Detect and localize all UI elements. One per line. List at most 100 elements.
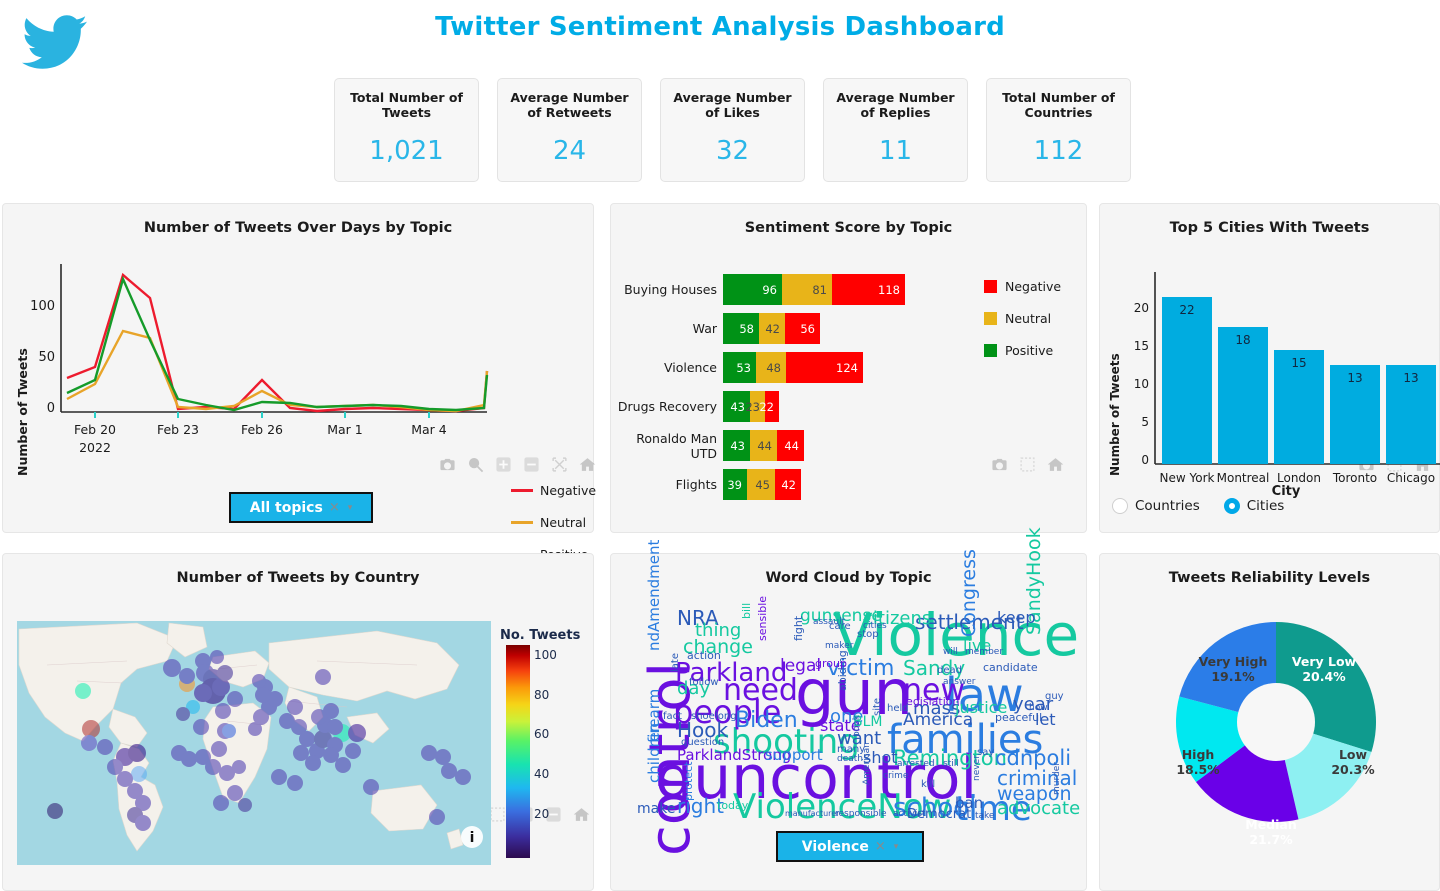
segment-negative[interactable]: 22	[759, 391, 779, 422]
clear-selection-icon[interactable]: ×	[329, 500, 340, 515]
radio-label: Countries	[1135, 498, 1200, 514]
kpi-label: Total Number of Countries	[1002, 90, 1115, 120]
word-cloud-term: dead	[937, 665, 962, 676]
legend-label: Neutral	[1005, 310, 1052, 326]
radio-countries[interactable]: Countries	[1112, 498, 1200, 514]
colorbar-tick-60: 60	[534, 727, 550, 741]
word-cloud-term: bill	[740, 602, 753, 619]
map-colorbar	[506, 645, 530, 858]
word-cloud-term: still	[943, 759, 959, 769]
legend-swatch	[511, 520, 533, 524]
legend-item-positive[interactable]: Positive	[984, 342, 1061, 358]
segment-neutral[interactable]: 42	[759, 313, 785, 344]
word-cloud-term: candidate	[983, 661, 1038, 674]
svg-text:i: i	[470, 830, 475, 846]
sentiment-row-drugs-recovery: Drugs Recovery 43 23 22	[611, 387, 1088, 426]
word-cloud-term: answer	[943, 677, 976, 687]
word-cloud-term: fact	[663, 711, 683, 722]
radio-cities[interactable]: Cities	[1223, 498, 1285, 514]
svg-text:18: 18	[1235, 333, 1250, 347]
svg-text:100: 100	[30, 299, 55, 314]
word-cloud-term: take	[975, 811, 995, 821]
segment-negative[interactable]: 56	[785, 313, 820, 344]
cities-bar-plot: 20 15 10 5 0 22 18 15 13 13 New York Mon…	[1134, 272, 1440, 485]
page-title: Twitter Sentiment Analysis Dashboard	[435, 12, 1005, 42]
reset-home-icon[interactable]	[573, 806, 590, 823]
word-cloud-term: sensible	[756, 595, 769, 641]
legend-label: Neutral	[540, 514, 587, 530]
radio-dot	[1112, 498, 1128, 514]
svg-text:Mar 1: Mar 1	[327, 422, 363, 437]
word-cloud-term: question	[681, 737, 725, 748]
wordcloud-dropdown-value: Violence	[801, 838, 869, 855]
legend-swatch	[984, 279, 997, 293]
wordcloud-topic-dropdown[interactable]: Violence × ▾	[776, 831, 924, 862]
bar-new-york	[1162, 297, 1212, 464]
kpi-value: 24	[552, 136, 587, 166]
svg-text:Feb 20: Feb 20	[74, 422, 116, 437]
kpi-label: Total Number of Tweets	[350, 90, 463, 120]
panel-title: Number of Tweets by Country	[176, 570, 420, 586]
radio-label: Cities	[1246, 498, 1285, 514]
svg-text:13: 13	[1347, 371, 1362, 385]
word-cloud-term: Biden	[735, 708, 798, 733]
legend-item-negative[interactable]: Negative	[984, 278, 1061, 294]
legend-item-negative[interactable]: Negative	[511, 482, 596, 498]
svg-text:Toronto: Toronto	[1332, 471, 1377, 485]
panel-title: Tweets Reliability Levels	[1168, 570, 1371, 586]
word-cloud-term: Congress	[958, 549, 980, 637]
segment-neutral[interactable]: 48	[756, 352, 786, 383]
clear-selection-icon[interactable]: ×	[875, 839, 886, 854]
segment-positive[interactable]: 58	[723, 313, 759, 344]
chevron-down-icon[interactable]: ▾	[348, 503, 353, 513]
segment-negative[interactable]: 44	[777, 430, 804, 461]
segment-negative[interactable]: 42	[775, 469, 801, 500]
svg-text:Montreal: Montreal	[1217, 471, 1270, 485]
radio-dot-selected	[1223, 498, 1240, 514]
cities-x-axis-title: City	[1271, 484, 1301, 499]
segment-negative[interactable]: 124	[786, 352, 863, 383]
segment-positive[interactable]: 96	[723, 274, 782, 305]
word-cloud-term: need	[723, 673, 798, 708]
segment-neutral[interactable]: 45	[747, 469, 775, 500]
segment-positive[interactable]: 39	[723, 469, 747, 500]
kpi-card-total-tweets: Total Number of Tweets 1,021	[334, 78, 479, 182]
topic-dropdown-value: All topics	[249, 499, 323, 516]
svg-text:London: London	[1277, 471, 1321, 485]
kpi-label: Average Number of Likes	[673, 90, 792, 120]
word-cloud-image[interactable]: Violence gun guncontrol control law families s…	[625, 527, 1080, 856]
word-cloud-term: keep	[997, 608, 1036, 627]
legend-item-neutral[interactable]: Neutral	[984, 310, 1061, 326]
svg-text:2022: 2022	[79, 440, 111, 455]
word-cloud-term: site	[872, 697, 883, 716]
segment-positive[interactable]: 43	[723, 430, 750, 461]
slice-label-very-high: Very High 19.1%	[1198, 654, 1268, 684]
segment-positive[interactable]: 53	[723, 352, 756, 383]
panel-title: Top 5 Cities With Tweets	[1169, 220, 1370, 236]
word-cloud-term: kill	[921, 779, 936, 790]
legend-item-neutral[interactable]: Neutral	[511, 514, 596, 530]
panel-word-cloud: Word Cloud by Topic Violence gun guncontro…	[610, 527, 1087, 891]
select-box-icon[interactable]	[489, 806, 506, 823]
segment-negative[interactable]: 118	[832, 274, 905, 305]
svg-text:22: 22	[1179, 303, 1194, 317]
word-cloud-term: cities	[863, 621, 887, 631]
colorbar-tick-20: 20	[534, 807, 550, 821]
category-label: War	[692, 321, 717, 336]
kpi-value: 1,021	[369, 136, 444, 166]
word-cloud-term: will	[943, 647, 958, 657]
geo-level-radio-group: Countries Cities	[1112, 498, 1284, 514]
panel-title: Number of Tweets Over Days by Topic	[143, 220, 453, 236]
world-map[interactable]: i	[17, 621, 491, 865]
word-cloud-term: legislation	[903, 695, 960, 708]
segment-neutral[interactable]: 44	[750, 430, 777, 461]
word-cloud-term: today	[717, 799, 749, 812]
line-chart-plot: 100 50 0 Feb 20 2022 Feb 23 Feb 26 Mar 1…	[30, 264, 489, 455]
topic-dropdown[interactable]: All topics × ▾	[229, 492, 373, 523]
word-cloud-term: action	[687, 649, 721, 662]
chevron-down-icon[interactable]: ▾	[894, 842, 899, 852]
word-cloud-term: ndAmendment	[645, 539, 663, 651]
kpi-card-avg-replies: Average Number of Replies 11	[823, 78, 968, 182]
segment-neutral[interactable]: 81	[782, 274, 832, 305]
kpi-card-row: Total Number of Tweets 1,021 Average Num…	[334, 78, 1131, 182]
